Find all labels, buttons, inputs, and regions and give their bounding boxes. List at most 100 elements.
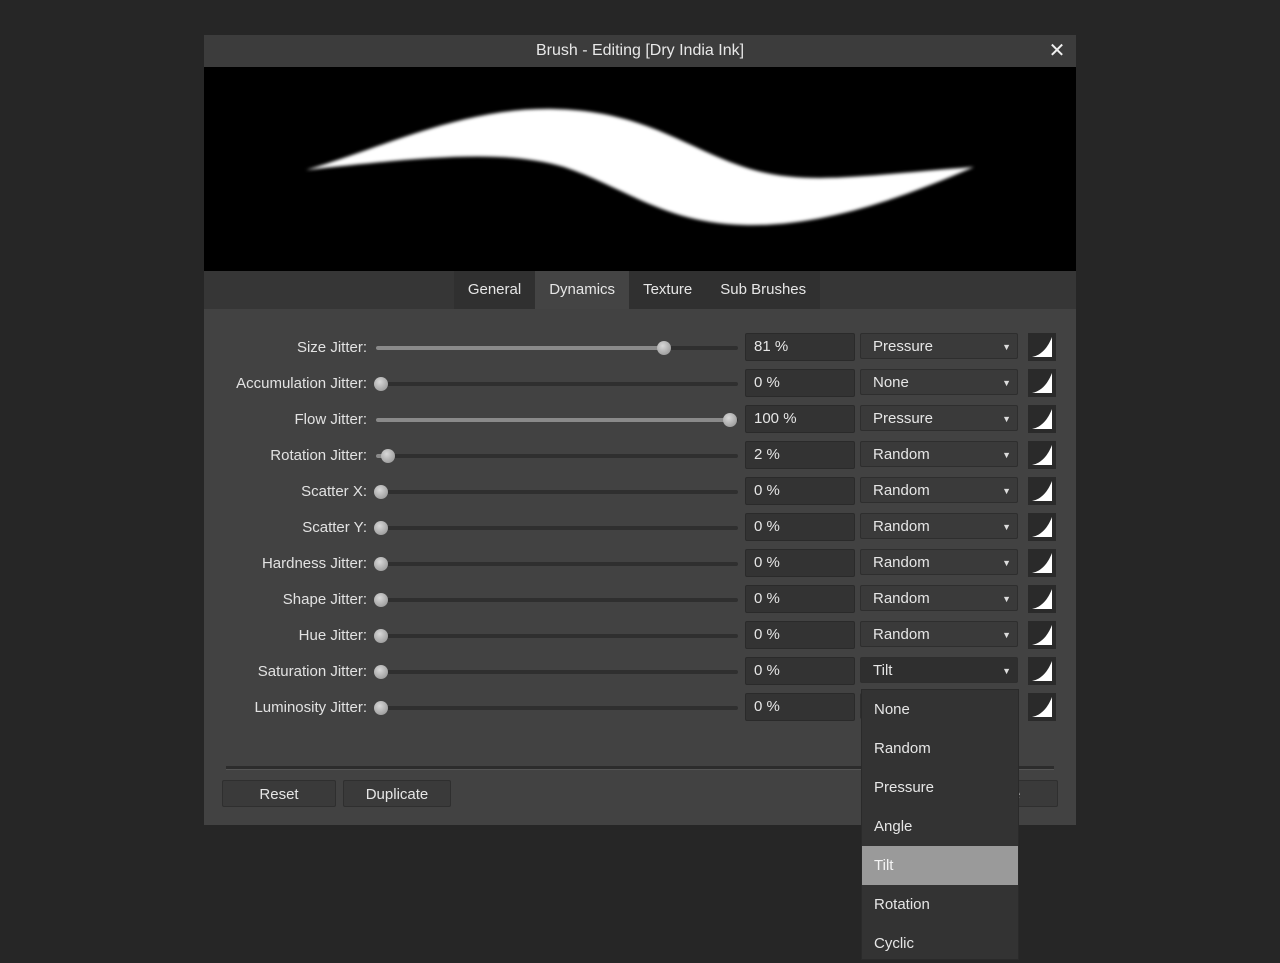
scatter-y-value-field[interactable]: 0 % — [745, 513, 855, 541]
row-size-jitter: Size Jitter: 81 % Pressure ▼ — [204, 333, 1076, 363]
accumulation-jitter-value-field[interactable]: 0 % — [745, 369, 855, 397]
menu-item-none[interactable]: None — [862, 690, 1018, 729]
select-value: Random — [873, 446, 930, 463]
tab-texture[interactable]: Texture — [629, 271, 706, 309]
row-scatter-y: Scatter Y: 0 % Random ▼ — [204, 513, 1076, 543]
row-label: Hardness Jitter: — [261, 555, 367, 572]
hue-jitter-controller-select[interactable]: Random ▼ — [860, 621, 1018, 647]
tab-sub-brushes[interactable]: Sub Brushes — [706, 271, 820, 309]
luminosity-jitter-value-field[interactable]: 0 % — [745, 693, 855, 721]
slider-thumb[interactable] — [374, 521, 388, 535]
row-accumulation-jitter: Accumulation Jitter: 0 % None ▼ — [204, 369, 1076, 399]
menu-item-angle[interactable]: Angle — [862, 807, 1018, 846]
chevron-down-icon: ▼ — [1002, 630, 1011, 640]
flow-jitter-value-field[interactable]: 100 % — [745, 405, 855, 433]
hardness-jitter-value-field[interactable]: 0 % — [745, 549, 855, 577]
saturation-jitter-value-field[interactable]: 0 % — [745, 657, 855, 685]
rotation-jitter-controller-select[interactable]: Random ▼ — [860, 441, 1018, 467]
scatter-x-controller-select[interactable]: Random ▼ — [860, 477, 1018, 503]
hardness-jitter-controller-select[interactable]: Random ▼ — [860, 549, 1018, 575]
pressure-curve-icon[interactable] — [1028, 333, 1056, 361]
chevron-down-icon: ▼ — [1002, 486, 1011, 496]
slider-fill — [376, 346, 664, 350]
row-label: Scatter Y: — [302, 519, 367, 536]
pressure-curve-icon[interactable] — [1028, 657, 1056, 685]
size-jitter-slider[interactable] — [376, 341, 738, 355]
chevron-down-icon: ▼ — [1002, 594, 1011, 604]
saturation-jitter-slider[interactable] — [374, 665, 738, 679]
menu-item-random[interactable]: Random — [862, 729, 1018, 768]
pressure-curve-icon[interactable] — [1028, 693, 1056, 721]
slider-thumb[interactable] — [374, 665, 388, 679]
accumulation-jitter-controller-select[interactable]: None ▼ — [860, 369, 1018, 395]
tab-dynamics[interactable]: Dynamics — [535, 271, 630, 309]
row-label: Rotation Jitter: — [270, 447, 367, 464]
pressure-curve-icon[interactable] — [1028, 513, 1056, 541]
chevron-down-icon: ▼ — [1002, 414, 1011, 424]
pressure-curve-icon[interactable] — [1028, 369, 1056, 397]
flow-jitter-controller-select[interactable]: Pressure ▼ — [860, 405, 1018, 431]
menu-item-tilt[interactable]: Tilt — [862, 846, 1018, 885]
chevron-down-icon: ▼ — [1002, 558, 1011, 568]
close-icon[interactable]: ✕ — [1044, 35, 1070, 67]
scatter-x-value-field[interactable]: 0 % — [745, 477, 855, 505]
reset-button[interactable]: Reset — [222, 780, 336, 807]
select-value: Random — [873, 554, 930, 571]
slider-thumb[interactable] — [380, 449, 395, 463]
menu-item-cyclic[interactable]: Cyclic — [862, 924, 1018, 963]
scatter-y-controller-select[interactable]: Random ▼ — [860, 513, 1018, 539]
row-shape-jitter: Shape Jitter: 0 % Random ▼ — [204, 585, 1076, 615]
pressure-curve-icon[interactable] — [1028, 405, 1056, 433]
dialog-title: Brush - Editing [Dry India Ink] — [535, 42, 745, 59]
shape-jitter-controller-select[interactable]: Random ▼ — [860, 585, 1018, 611]
row-label: Saturation Jitter: — [257, 663, 367, 680]
pressure-curve-icon[interactable] — [1028, 585, 1056, 613]
title-bar: Brush - Editing [Dry India Ink] ✕ — [204, 35, 1076, 67]
chevron-down-icon: ▼ — [1002, 450, 1011, 460]
slider-thumb[interactable] — [374, 629, 388, 643]
flow-jitter-slider[interactable] — [376, 413, 738, 427]
slider-thumb[interactable] — [723, 413, 737, 427]
tab-general[interactable]: General — [454, 271, 535, 309]
chevron-down-icon: ▼ — [1002, 342, 1011, 352]
size-jitter-value-field[interactable]: 81 % — [745, 333, 855, 361]
tab-bar: General Dynamics Texture Sub Brushes — [204, 271, 1076, 309]
row-flow-jitter: Flow Jitter: 100 % Pressure ▼ — [204, 405, 1076, 435]
size-jitter-controller-select[interactable]: Pressure ▼ — [860, 333, 1018, 359]
shape-jitter-value-field[interactable]: 0 % — [745, 585, 855, 613]
accumulation-jitter-slider[interactable] — [374, 377, 738, 391]
menu-item-pressure[interactable]: Pressure — [862, 768, 1018, 807]
rotation-jitter-value-field[interactable]: 2 % — [745, 441, 855, 469]
saturation-jitter-controller-select[interactable]: Tilt ▼ — [860, 657, 1018, 683]
row-label: Shape Jitter: — [282, 591, 367, 608]
pressure-curve-icon[interactable] — [1028, 477, 1056, 505]
duplicate-button[interactable]: Duplicate — [343, 780, 451, 807]
hardness-jitter-slider[interactable] — [374, 557, 738, 571]
hue-jitter-slider[interactable] — [374, 629, 738, 643]
row-scatter-x: Scatter X: 0 % Random ▼ — [204, 477, 1076, 507]
menu-item-rotation[interactable]: Rotation — [862, 885, 1018, 924]
slider-thumb[interactable] — [374, 593, 388, 607]
luminosity-jitter-slider[interactable] — [374, 701, 738, 715]
rotation-jitter-slider[interactable] — [376, 449, 738, 463]
slider-thumb[interactable] — [374, 701, 388, 715]
scatter-x-slider[interactable] — [374, 485, 738, 499]
select-value: Pressure — [873, 338, 934, 355]
pressure-curve-icon[interactable] — [1028, 621, 1056, 649]
hue-jitter-value-field[interactable]: 0 % — [745, 621, 855, 649]
controller-dropdown-menu: None Random Pressure Angle Tilt Rotation Cycli… — [861, 689, 1019, 960]
row-hue-jitter: Hue Jitter: 0 % Random ▼ — [204, 621, 1076, 651]
shape-jitter-slider[interactable] — [374, 593, 738, 607]
slider-fill — [376, 418, 730, 422]
pressure-curve-icon[interactable] — [1028, 441, 1056, 469]
pressure-curve-icon[interactable] — [1028, 549, 1056, 577]
select-value: Random — [873, 518, 930, 535]
scatter-y-slider[interactable] — [374, 521, 738, 535]
slider-thumb[interactable] — [374, 377, 388, 391]
slider-thumb[interactable] — [374, 485, 388, 499]
select-value: Pressure — [873, 410, 934, 427]
slider-thumb[interactable] — [374, 557, 388, 571]
slider-thumb[interactable] — [656, 341, 671, 355]
row-saturation-jitter: Saturation Jitter: 0 % Tilt ▼ — [204, 657, 1076, 687]
row-hardness-jitter: Hardness Jitter: 0 % Random ▼ — [204, 549, 1076, 579]
